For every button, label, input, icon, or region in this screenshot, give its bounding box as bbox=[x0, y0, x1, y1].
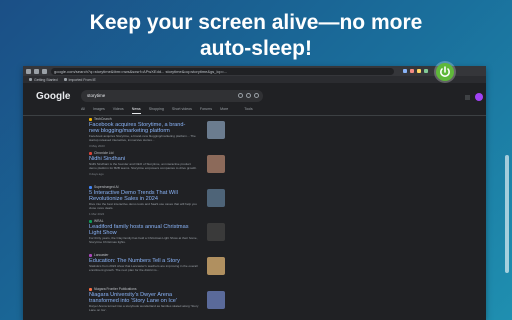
extension-icon[interactable] bbox=[417, 69, 421, 73]
forward-icon[interactable] bbox=[34, 68, 39, 74]
news-result[interactable]: Niagara Frontier Publications Niagara Uni… bbox=[89, 287, 239, 320]
search-input[interactable]: storytime bbox=[81, 90, 263, 102]
tab-more[interactable]: More bbox=[220, 107, 228, 114]
result-thumbnail[interactable] bbox=[207, 189, 225, 207]
promo-headline: Keep your screen alive—no more auto-slee… bbox=[0, 10, 512, 62]
folder-icon bbox=[63, 78, 67, 81]
source-favicon-icon bbox=[89, 117, 92, 121]
news-result[interactable]: Chronicle Ltd Nidhi Sindhani Nidhi Sindhan… bbox=[89, 151, 239, 185]
search-tabs: All Images Videos News Shopping Short vi… bbox=[81, 107, 261, 114]
bookmark-item[interactable]: Imported From IE bbox=[63, 78, 96, 82]
news-results-list: TechCrunch Facebook acquires Storytime, a… bbox=[89, 117, 239, 320]
extension-icon[interactable] bbox=[424, 69, 428, 73]
clear-icon[interactable] bbox=[238, 93, 243, 98]
source-favicon-icon bbox=[89, 253, 92, 257]
browser-window: google.com/search?q=storytime&tbm=nws&sx… bbox=[23, 66, 486, 320]
source-favicon-icon bbox=[89, 287, 92, 291]
result-snippet: For thirty years, the Clay family has he… bbox=[89, 236, 198, 244]
result-title[interactable]: 5 Interactive Demo Trends That Will Revo… bbox=[89, 190, 195, 202]
result-title[interactable]: Leadiford family hosts annual Christmas … bbox=[89, 224, 195, 236]
tab-shopping[interactable]: Shopping bbox=[149, 107, 164, 114]
google-logo[interactable]: Google bbox=[36, 91, 70, 102]
scrollbar[interactable] bbox=[505, 155, 509, 273]
extension-icon[interactable] bbox=[410, 69, 414, 73]
extension-icons bbox=[400, 69, 428, 73]
result-thumbnail[interactable] bbox=[207, 223, 225, 241]
extension-icon[interactable] bbox=[403, 69, 407, 73]
divider bbox=[23, 115, 486, 116]
back-icon[interactable] bbox=[26, 68, 31, 74]
bookmark-item[interactable]: Getting Started bbox=[29, 78, 58, 82]
address-bar: google.com/search?q=storytime&tbm=nws&sx… bbox=[23, 66, 486, 76]
tab-news[interactable]: News bbox=[131, 107, 141, 114]
result-snippet: Statistics from 2022 show that Lancaster… bbox=[89, 264, 198, 272]
news-result[interactable]: TechCrunch Facebook acquires Storytime, a… bbox=[89, 117, 239, 151]
search-results-page: Google storytime All Images Videos News … bbox=[23, 83, 486, 320]
news-result[interactable]: WRAL Leadiford family hosts annual Christ… bbox=[89, 219, 239, 253]
source-favicon-icon bbox=[89, 151, 92, 155]
bookmark-icon bbox=[29, 78, 32, 81]
news-result[interactable]: Lancaster Education: The Numbers Tell a S… bbox=[89, 253, 239, 287]
avatar[interactable] bbox=[475, 93, 483, 101]
tab-videos[interactable]: Videos bbox=[113, 107, 124, 114]
result-snippet: Dive into the best interactive demo tool… bbox=[89, 202, 197, 210]
tab-images[interactable]: Images bbox=[93, 107, 105, 114]
result-thumbnail[interactable] bbox=[207, 121, 225, 139]
search-icon[interactable] bbox=[254, 93, 259, 98]
result-thumbnail[interactable] bbox=[207, 291, 225, 309]
reload-icon[interactable] bbox=[42, 68, 47, 74]
result-snippet: Dwyer Arena turned into a storybook wond… bbox=[89, 304, 199, 312]
result-title[interactable]: Niagara University's Dwyer Arena transfo… bbox=[89, 292, 195, 304]
headline-line-1: Keep your screen alive—no more bbox=[89, 11, 423, 34]
power-icon[interactable] bbox=[436, 63, 454, 81]
result-snippet: Nidhi Sindhani is the founder and CEO of… bbox=[89, 162, 197, 170]
tab-all[interactable]: All bbox=[81, 107, 85, 114]
result-snippet: Facebook acquires Storytime, a brand-new… bbox=[89, 134, 196, 142]
headline-line-2: auto-sleep! bbox=[199, 37, 312, 60]
news-result[interactable]: Supercharged AI 5 Interactive Demo Trends… bbox=[89, 185, 239, 219]
search-query: storytime bbox=[87, 93, 106, 98]
result-title[interactable]: Facebook acquires Storytime, a brand-new… bbox=[89, 122, 195, 134]
result-thumbnail[interactable] bbox=[207, 155, 225, 173]
source-favicon-icon bbox=[89, 185, 92, 189]
microphone-icon[interactable] bbox=[246, 93, 251, 98]
tools-button[interactable]: Tools bbox=[244, 107, 252, 114]
source-favicon-icon bbox=[89, 219, 92, 223]
url-field[interactable]: google.com/search?q=storytime&tbm=nws&sx… bbox=[51, 67, 394, 75]
apps-grid-icon[interactable] bbox=[465, 95, 470, 100]
result-thumbnail[interactable] bbox=[207, 257, 225, 275]
bookmarks-bar: Getting Started Imported From IE bbox=[23, 76, 486, 83]
result-date: 1 Mar 2024 bbox=[89, 211, 105, 216]
tab-forums[interactable]: Forums bbox=[200, 107, 212, 114]
tab-short-videos[interactable]: Short videos bbox=[172, 107, 192, 114]
result-date: 3 May 2023 bbox=[89, 143, 105, 148]
